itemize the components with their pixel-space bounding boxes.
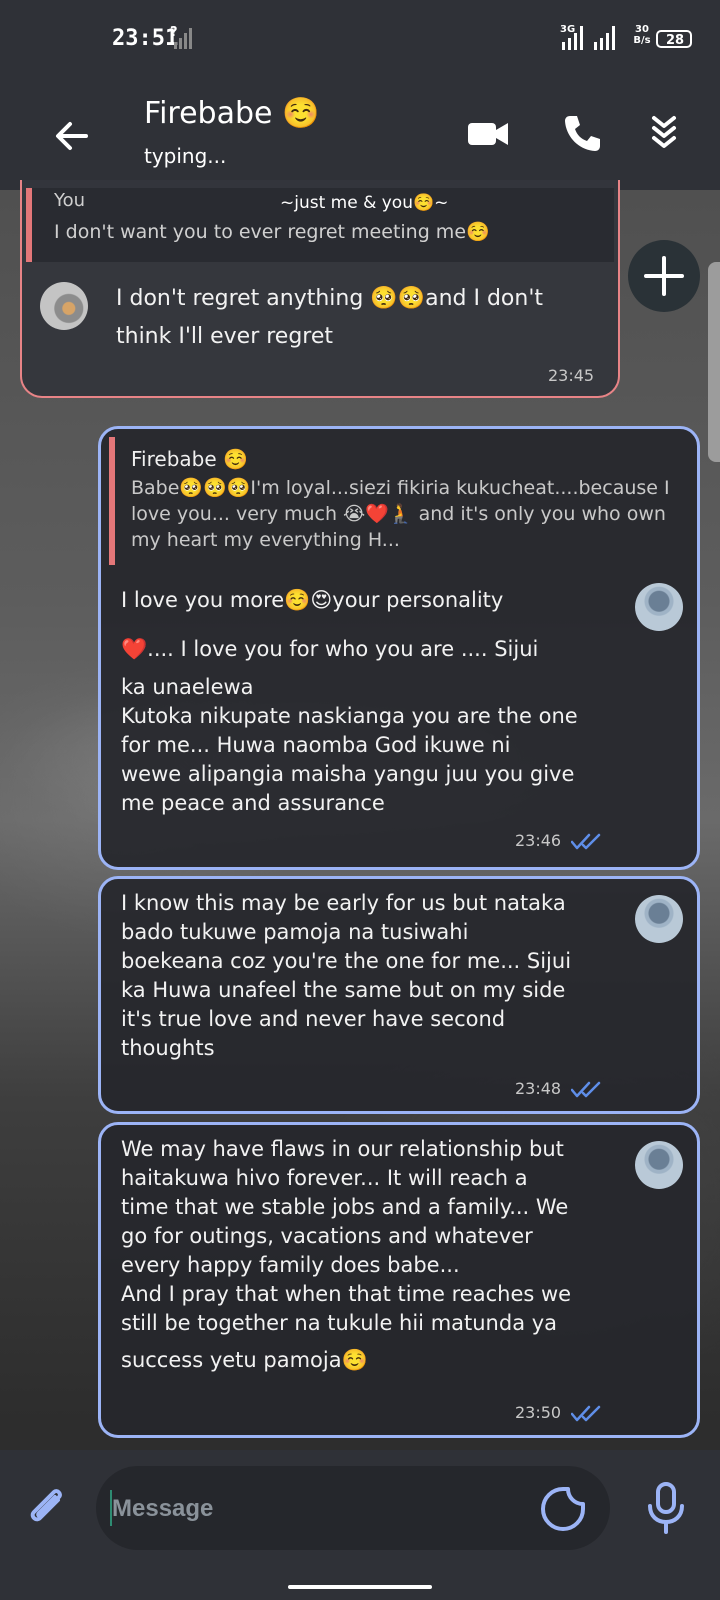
message-line: wewe alipangia maisha yangu juu you give — [121, 762, 575, 786]
chat-banner: ~just me & you☺️~ — [280, 193, 449, 213]
message-line: I don't regret anything 🥺🥺and I don't — [116, 286, 544, 311]
svg-text:3G: 3G — [560, 24, 575, 35]
double-check-icon — [571, 833, 601, 850]
typing-status: typing... — [144, 144, 227, 168]
message-line: still be together na tukule hii matunda … — [121, 1311, 558, 1335]
message-line: me peace and assurance — [121, 791, 385, 815]
scroll-handle[interactable] — [708, 262, 720, 462]
quoted-reply[interactable]: Firebabe ☺️ Babe🥺🥺🥺I'm loyal...siezi fik… — [109, 437, 673, 565]
message-time: 23:48 — [515, 1079, 562, 1098]
double-chevron-down-icon[interactable] — [642, 112, 686, 156]
quoted-sender: Firebabe ☺️ — [131, 447, 248, 471]
status-time: 23:51 — [112, 26, 179, 51]
message-line: thoughts — [121, 1036, 215, 1060]
message-line: think I'll ever regret — [116, 324, 334, 349]
message-line: We may have flaws in our relationship bu… — [121, 1137, 564, 1161]
outgoing-message[interactable]: We may have flaws in our relationship bu… — [98, 1122, 700, 1438]
quoted-sender: You — [54, 190, 86, 211]
message-body: We may have flaws in our relationship bu… — [121, 1135, 631, 1382]
plus-button[interactable] — [628, 240, 700, 312]
message-input[interactable] — [110, 1486, 514, 1532]
battery-level: 28 — [665, 33, 685, 48]
message-line: it's true love and never have second — [121, 1007, 506, 1031]
svg-text:?: ? — [170, 25, 178, 40]
avatar[interactable] — [40, 282, 88, 330]
quoted-reply[interactable]: You ~just me & you☺️~ I don't want you t… — [26, 188, 614, 262]
double-check-icon — [571, 1081, 601, 1098]
incoming-message[interactable]: You ~just me & you☺️~ I don't want you t… — [20, 180, 620, 398]
quoted-text: Babe🥺🥺🥺I'm loyal...siezi fikiria kukuche… — [131, 477, 670, 551]
paperclip-icon[interactable] — [26, 1486, 72, 1532]
outgoing-message[interactable]: I know this may be early for us but nata… — [98, 876, 700, 1114]
message-line: bado tukuwe pamoja na tusiwahi — [121, 920, 469, 944]
sticker-icon[interactable] — [540, 1486, 586, 1532]
video-camera-icon[interactable] — [466, 112, 510, 156]
message-line: time that we stable jobs and a family...… — [121, 1195, 569, 1219]
message-time: 23:46 — [515, 831, 562, 850]
message-line: And I pray that when that time reaches w… — [121, 1282, 572, 1306]
contact-name[interactable]: Firebabe ☺️ — [144, 96, 319, 131]
battery-icon: 28 — [656, 30, 692, 48]
status-bar: 23:51 ? 3G 30 B/s 28 — [0, 0, 720, 78]
message-time: 23:45 — [548, 366, 595, 385]
message-line: haitakuwa hivo forever... It will reach … — [121, 1166, 528, 1190]
chat-header: Firebabe ☺️ typing... — [0, 78, 720, 190]
network-speed-unit: B/s — [633, 35, 651, 46]
network-speed: 30 B/s — [632, 24, 652, 46]
avatar[interactable] — [635, 1141, 683, 1189]
arrow-left-icon[interactable] — [52, 116, 92, 156]
avatar[interactable] — [635, 583, 683, 631]
microphone-icon[interactable] — [646, 1482, 686, 1534]
composer-bar — [0, 1450, 720, 1600]
message-line: ka unaelewa — [121, 675, 254, 699]
message-line: ❤️.... I love you for who you are .... S… — [121, 637, 539, 661]
message-body: I know this may be early for us but nata… — [121, 889, 631, 1063]
plus-icon — [644, 256, 684, 296]
avatar[interactable] — [635, 895, 683, 943]
message-body: I don't regret anything 🥺🥺and I don't th… — [116, 280, 543, 356]
outgoing-message[interactable]: Firebabe ☺️ Babe🥺🥺🥺I'm loyal...siezi fik… — [98, 426, 700, 870]
message-line: for me... Huwa naomba God ikuwe ni — [121, 733, 511, 757]
phone-icon[interactable] — [560, 112, 604, 156]
signal-strength-icon: 3G — [560, 24, 615, 50]
message-line: every happy family does babe... — [121, 1253, 460, 1277]
message-line: boekeana coz you're the one for me... Si… — [121, 949, 572, 973]
message-line: ka Huwa unafeel the same but on my side — [121, 978, 566, 1002]
double-check-icon — [571, 1405, 601, 1422]
message-line: I know this may be early for us but nata… — [121, 891, 566, 915]
message-line: Kutoka nikupate naskianga you are the on… — [121, 704, 578, 728]
message-time: 23:50 — [515, 1403, 562, 1422]
quoted-text: I don't want you to ever regret meeting … — [54, 221, 490, 243]
wifi-question-icon: ? — [170, 25, 192, 49]
message-input-container — [96, 1466, 610, 1550]
home-indicator[interactable] — [288, 1585, 432, 1589]
message-body: I love you more☺️😍your personality ❤️...… — [121, 579, 621, 818]
message-line: success yetu pamoja☺️ — [121, 1348, 368, 1372]
message-line: I love you more☺️😍your personality — [121, 588, 504, 612]
network-speed-value: 30 — [635, 24, 649, 35]
message-line: go for outings, vacations and whatever — [121, 1224, 533, 1248]
